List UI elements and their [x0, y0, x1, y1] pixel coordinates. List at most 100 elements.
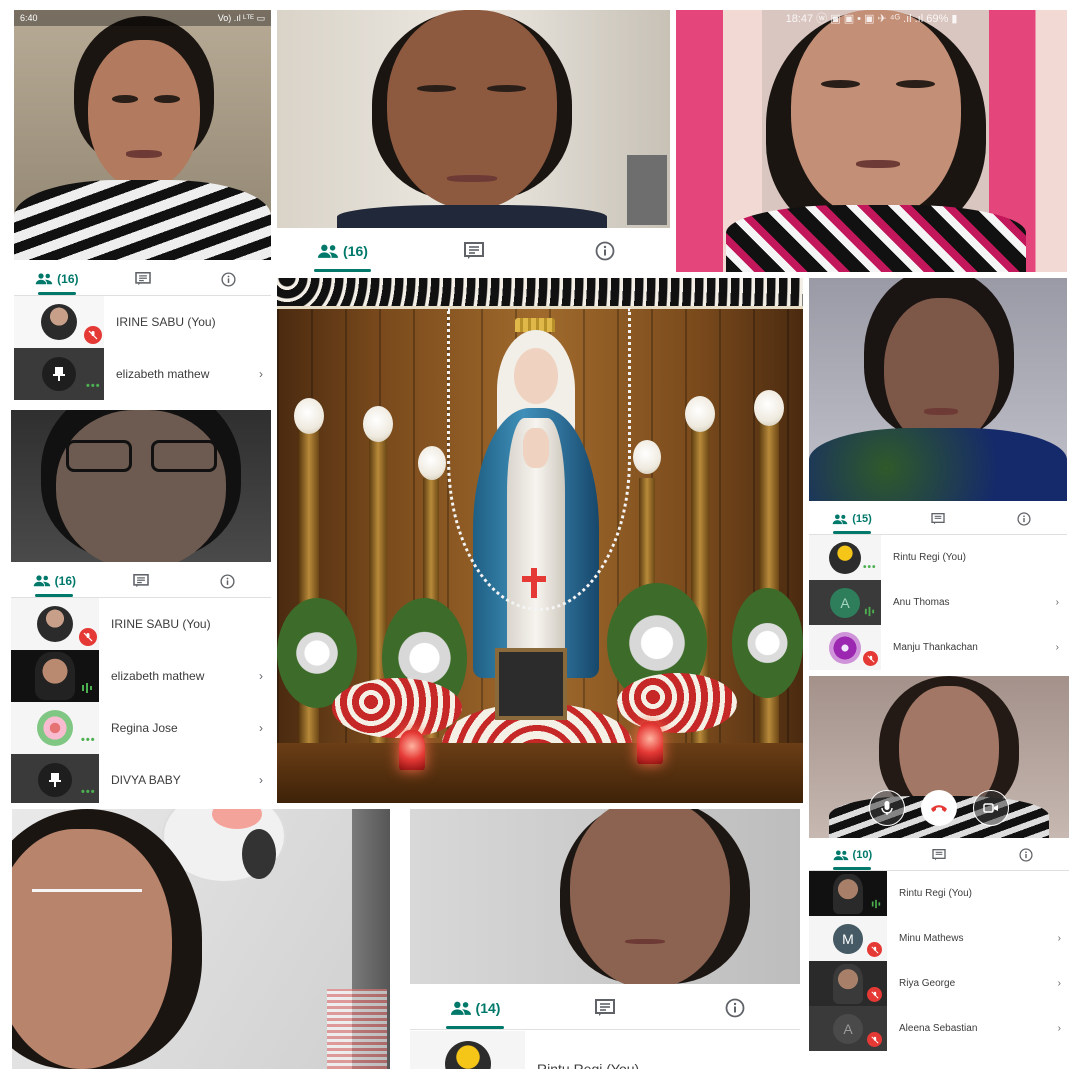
- chevron-right-icon[interactable]: ›: [259, 669, 271, 683]
- meeting-tabbar: (14): [410, 987, 800, 1030]
- video-feed: 18:47 ⓦ ▣ ▣ • ▣ ✈ ⁴ᴳ .ıl .ıl 69% ▮: [676, 10, 1067, 272]
- chevron-right-icon[interactable]: ›: [1058, 933, 1069, 944]
- participant-row[interactable]: ••• elizabeth mathew ›: [14, 348, 271, 400]
- status-bar: 18:47 ⓦ ▣ ▣ • ▣ ✈ ⁴ᴳ .ıl .ıl 69% ▮: [676, 10, 1067, 25]
- avatar: A: [809, 580, 881, 625]
- people-icon: [450, 1001, 471, 1015]
- info-icon: [1017, 512, 1031, 526]
- meet-screenshot-tile-6: (15) ••• Rintu Regi (You) A Anu Thomas ›: [809, 278, 1067, 670]
- chevron-right-icon[interactable]: ›: [1058, 978, 1069, 989]
- audio-level-icon: [864, 606, 875, 617]
- avatar: A: [809, 1006, 887, 1051]
- hangup-button[interactable]: [921, 790, 957, 826]
- lamp-pillar: [299, 428, 319, 758]
- lamp-globe: [633, 440, 661, 474]
- tab-chat[interactable]: [408, 230, 539, 272]
- avatar: M: [809, 916, 887, 961]
- participant-name: Rintu Regi (You): [893, 552, 967, 563]
- rosary: [447, 308, 631, 611]
- video-feed: [410, 809, 800, 984]
- tab-participants[interactable]: (16): [14, 263, 100, 295]
- participant-row[interactable]: Riya George ›: [809, 961, 1069, 1006]
- participant-name: Manju Thankachan: [893, 642, 978, 653]
- chevron-right-icon[interactable]: ›: [1056, 642, 1067, 653]
- video-feed: [11, 410, 271, 562]
- meeting-tabbar: (15): [809, 504, 1067, 535]
- mic-off-icon: [867, 942, 882, 957]
- chat-icon: [463, 242, 484, 259]
- chevron-right-icon[interactable]: ›: [259, 773, 271, 787]
- participant-row[interactable]: M Minu Mathews ›: [809, 916, 1069, 961]
- participant-list: ••• Rintu Regi (You) A Anu Thomas › Manj…: [809, 535, 1067, 670]
- tab-chat[interactable]: [540, 987, 670, 1029]
- camera-button[interactable]: [973, 790, 1009, 826]
- avatar: [809, 625, 881, 670]
- lamp-globe: [754, 390, 784, 426]
- tab-participants[interactable]: (14): [410, 987, 540, 1029]
- participant-row[interactable]: IRINE SABU (You): [11, 598, 271, 650]
- tab-info[interactable]: [539, 230, 670, 272]
- tab-participants[interactable]: (16): [277, 230, 408, 272]
- avatar: [809, 961, 887, 1006]
- participant-row[interactable]: IRINE SABU (You): [14, 296, 271, 348]
- lamp-globe: [294, 398, 324, 434]
- participant-row[interactable]: A Anu Thomas ›: [809, 580, 1067, 625]
- chevron-right-icon[interactable]: ›: [259, 721, 271, 735]
- mic-button[interactable]: [869, 790, 905, 826]
- mary-statue: [447, 308, 631, 678]
- tab-participants[interactable]: (10): [809, 840, 896, 870]
- participant-row[interactable]: elizabeth mathew ›: [11, 650, 271, 702]
- participant-name: IRINE SABU (You): [111, 617, 211, 631]
- participant-list: IRINE SABU (You) elizabeth mathew › ••• …: [11, 598, 271, 803]
- status-bar: 6:40 Vo) .ıl ᴸᵀᴱ ▭: [14, 10, 271, 26]
- tab-info[interactable]: [184, 565, 271, 597]
- chat-icon: [134, 272, 151, 286]
- participant-row[interactable]: ••• Rintu Regi (You): [809, 535, 1067, 580]
- tab-chat[interactable]: [896, 840, 983, 870]
- participant-row[interactable]: ••• DIVYA BABY ›: [11, 754, 271, 803]
- participant-name: elizabeth mathew: [116, 367, 210, 381]
- lamp-globe: [363, 406, 393, 442]
- avatar: •••: [11, 702, 99, 754]
- avatar-initial: A: [830, 587, 860, 618]
- striped-top: [14, 180, 271, 260]
- tab-info[interactable]: [981, 504, 1067, 534]
- tab-participants[interactable]: (15): [809, 504, 895, 534]
- tab-chat[interactable]: [895, 504, 981, 534]
- info-icon: [595, 241, 614, 261]
- tab-chat[interactable]: [100, 263, 186, 295]
- picture-frame: [495, 648, 567, 720]
- tab-info[interactable]: [982, 840, 1069, 870]
- status-icons: Vo) .ıl ᴸᵀᴱ ▭: [217, 12, 265, 23]
- hangup-icon: [931, 805, 947, 812]
- info-icon: [220, 573, 235, 589]
- meet-screenshot-tile-1: 6:40 Vo) .ıl ᴸᵀᴱ ▭ (16) IRINE SABU (You): [14, 10, 271, 401]
- tab-info[interactable]: [185, 263, 271, 295]
- participant-row[interactable]: Rintu Regi (You): [410, 1031, 800, 1069]
- chat-icon: [595, 999, 615, 1016]
- red-candle: [399, 730, 425, 770]
- participant-row[interactable]: Rintu Regi (You): [809, 871, 1069, 916]
- avatar: •••: [11, 754, 99, 803]
- tab-chat[interactable]: [98, 565, 185, 597]
- video-feed: 6:40 Vo) .ıl ᴸᵀᴱ ▭: [14, 10, 271, 260]
- participant-count: (10): [852, 849, 873, 861]
- tab-info[interactable]: [670, 987, 800, 1029]
- chevron-right-icon[interactable]: ›: [1058, 1023, 1069, 1034]
- altar-photo: [277, 278, 803, 803]
- chevron-right-icon[interactable]: ›: [1056, 597, 1067, 608]
- mic-off-icon: [79, 628, 97, 646]
- status-time: 6:40: [20, 13, 38, 23]
- tab-participants[interactable]: (16): [11, 565, 98, 597]
- chat-icon: [932, 849, 946, 861]
- participant-name: Aleena Sebastian: [899, 1023, 978, 1034]
- audio-level-icon: [82, 683, 92, 693]
- participant-row[interactable]: A Aleena Sebastian ›: [809, 1006, 1069, 1051]
- meet-screenshot-tile-3: 18:47 ⓦ ▣ ▣ • ▣ ✈ ⁴ᴳ .ıl .ıl 69% ▮: [676, 10, 1067, 272]
- participant-row[interactable]: ••• Regina Jose ›: [11, 702, 271, 754]
- speaking-dots: •••: [81, 786, 96, 798]
- chevron-right-icon[interactable]: ›: [259, 367, 271, 381]
- participant-row[interactable]: Manju Thankachan ›: [809, 625, 1067, 670]
- rose-arrangement: [617, 673, 737, 733]
- mic-off-icon: [84, 326, 102, 344]
